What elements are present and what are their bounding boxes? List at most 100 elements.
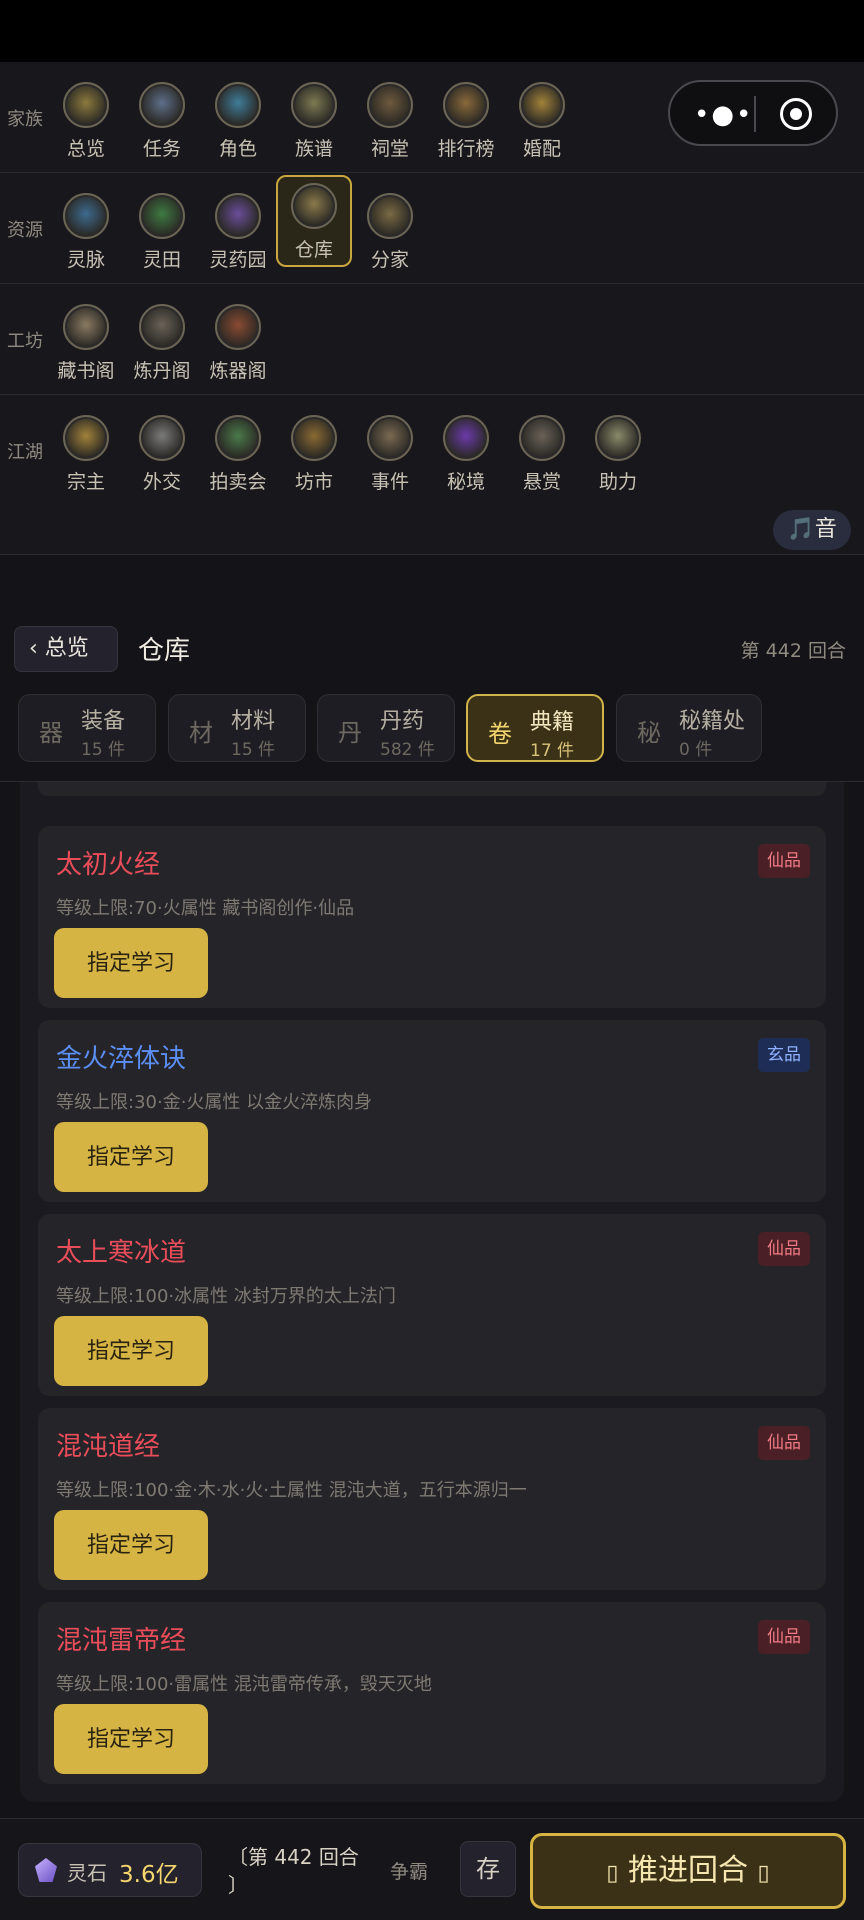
nav-item-label: 藏书阁: [57, 360, 115, 382]
grade-badge: 玄品: [758, 1038, 810, 1072]
nav-item-label: 族谱: [294, 138, 333, 160]
tab-scriptures[interactable]: 卷 典籍 17 件: [466, 694, 604, 762]
herb-garden-icon: [215, 193, 261, 239]
nav-item-branch-family[interactable]: 分家: [352, 187, 428, 279]
nav-item-label: 任务: [142, 138, 181, 160]
nav-item-ranking[interactable]: 排行榜: [428, 76, 504, 168]
grade-badge: 仙品: [758, 1426, 810, 1460]
nav-item-task[interactable]: 任务: [124, 76, 200, 168]
bottom-bar: 灵石 3.6亿 〔第 442 回合 〕 争霸 存 ▯ 推进回合 ▯: [0, 1818, 864, 1920]
task-icon: [139, 82, 185, 128]
assign-learn-button[interactable]: 指定学习: [54, 1704, 208, 1774]
tab-materials[interactable]: 材 材料 15 件: [168, 694, 306, 762]
overview-icon: [63, 82, 109, 128]
tab-label: 典籍: [530, 710, 575, 735]
assign-learn-button[interactable]: 指定学习: [54, 928, 208, 998]
nav-item-label: 炼丹阁: [133, 360, 191, 382]
library-icon: [63, 304, 109, 350]
marriage-icon: [519, 82, 565, 128]
nav-group-label: 工坊: [7, 331, 43, 352]
nav-item-label: 灵田: [142, 249, 181, 271]
nav-item-warehouse[interactable]: 仓库: [276, 175, 352, 267]
nav-item-label: 助力: [598, 471, 637, 493]
list-item-partial: [38, 782, 826, 796]
nav-item-alchemy[interactable]: 炼丹阁: [124, 298, 200, 390]
nav-item-market[interactable]: 坊市: [276, 409, 352, 501]
list-item: 混沌道经 仙品 等级上限:100·金·木·水·火·土属性 混沌大道，五行本源归一…: [38, 1408, 826, 1590]
nav-item-spirit-field[interactable]: 灵田: [124, 187, 200, 279]
nav-group-label: 江湖: [7, 442, 43, 463]
warehouse-icon: [291, 183, 337, 229]
tab-label: 装备: [81, 709, 126, 734]
nav-item-auction[interactable]: 拍卖会: [200, 409, 276, 501]
spirit-vein-icon: [63, 193, 109, 239]
book-description: 等级上限:30·金·火属性 以金火淬炼肉身: [56, 1092, 373, 1113]
nav-item-shrine[interactable]: 祠堂: [352, 76, 428, 168]
book-name: 太上寒冰道: [56, 1238, 187, 1268]
spirit-stone-value: 3.6亿: [119, 1862, 179, 1888]
tab-count: 582 件: [380, 740, 435, 760]
assign-learn-button[interactable]: 指定学习: [54, 1122, 208, 1192]
nav-item-bounty[interactable]: 悬赏: [504, 409, 580, 501]
tab-equipment[interactable]: 器 装备 15 件: [18, 694, 156, 762]
nav-item-assist[interactable]: 助力: [580, 409, 656, 501]
nav-item-secret-realm[interactable]: 秘境: [428, 409, 504, 501]
nav-item-label: 坊市: [294, 471, 333, 493]
nav-item-herb-garden[interactable]: 灵药园: [200, 187, 276, 279]
nav-item-label: 悬赏: [522, 471, 561, 493]
advance-round-button[interactable]: ▯ 推进回合 ▯: [530, 1833, 846, 1909]
target-circle-icon[interactable]: [780, 98, 812, 130]
assign-learn-button[interactable]: 指定学习: [54, 1510, 208, 1580]
tab-secret-manuals[interactable]: 秘 秘籍处 0 件: [616, 694, 762, 762]
list-item: 太初火经 仙品 等级上限:70·火属性 藏书阁创作·仙品 指定学习: [38, 826, 826, 1008]
event-icon: [367, 415, 413, 461]
advance-left-icon: ▯: [606, 1861, 619, 1886]
nav-item-library[interactable]: 藏书阁: [48, 298, 124, 390]
warehouse-tabs: 器 装备 15 件 材 材料 15 件 丹 丹药 582 件 卷 典籍 17 件…: [0, 684, 864, 782]
tab-pills[interactable]: 丹 丹药 582 件: [317, 694, 455, 762]
more-dots-icon[interactable]: •●•: [694, 100, 753, 130]
nav-group-label: 家族: [7, 109, 43, 130]
save-button[interactable]: 存: [460, 1841, 516, 1897]
spirit-field-icon: [139, 193, 185, 239]
nav-item-forge[interactable]: 炼器阁: [200, 298, 276, 390]
nav-item-sect-master[interactable]: 宗主: [48, 409, 124, 501]
nav-item-marriage[interactable]: 婚配: [504, 76, 580, 168]
tab-glyph: 秘: [637, 719, 661, 747]
nav-item-event[interactable]: 事件: [352, 409, 428, 501]
music-toggle-button[interactable]: 🎵音: [773, 510, 851, 550]
nav-item-diplomacy[interactable]: 外交: [124, 409, 200, 501]
grade-badge: 仙品: [758, 1232, 810, 1266]
miniprogram-capsule: •●•: [668, 80, 838, 146]
contest-label[interactable]: 争霸: [390, 1857, 428, 1884]
nav-item-label: 秘境: [446, 471, 485, 493]
book-description: 等级上限:100·金·木·水·火·土属性 混沌大道，五行本源归一: [56, 1480, 527, 1501]
scripture-list[interactable]: 太初火经 仙品 等级上限:70·火属性 藏书阁创作·仙品 指定学习 金火淬体诀 …: [20, 782, 844, 1802]
grade-badge: 仙品: [758, 1620, 810, 1654]
assign-learn-button[interactable]: 指定学习: [54, 1316, 208, 1386]
book-description: 等级上限:100·冰属性 冰封万界的太上法门: [56, 1286, 396, 1307]
tab-glyph: 器: [39, 719, 63, 747]
nav-item-character[interactable]: 角色: [200, 76, 276, 168]
sect-master-icon: [63, 415, 109, 461]
nav-item-label: 炼器阁: [209, 360, 267, 382]
nav-item-label: 外交: [142, 471, 181, 493]
warehouse-header: ‹ 总览 仓库 第 442 回合: [0, 612, 864, 684]
nav-item-label: 灵脉: [66, 249, 105, 271]
nav-item-family-tree[interactable]: 族谱: [276, 76, 352, 168]
forge-icon: [215, 304, 261, 350]
tab-glyph: 卷: [488, 720, 512, 748]
bounty-icon: [519, 415, 565, 461]
market-icon: [291, 415, 337, 461]
list-item: 金火淬体诀 玄品 等级上限:30·金·火属性 以金火淬炼肉身 指定学习: [38, 1020, 826, 1202]
book-name: 金火淬体诀: [56, 1044, 187, 1074]
nav-item-label: 总览: [66, 138, 105, 160]
tab-label: 丹药: [380, 709, 425, 734]
round-indicator: 第 442 回合: [740, 640, 846, 662]
branch-family-icon: [367, 193, 413, 239]
tab-glyph: 丹: [338, 719, 362, 747]
nav-item-spirit-vein[interactable]: 灵脉: [48, 187, 124, 279]
nav-item-label: 分家: [370, 249, 409, 271]
back-to-overview-button[interactable]: ‹ 总览: [14, 626, 118, 672]
nav-item-overview[interactable]: 总览: [48, 76, 124, 168]
